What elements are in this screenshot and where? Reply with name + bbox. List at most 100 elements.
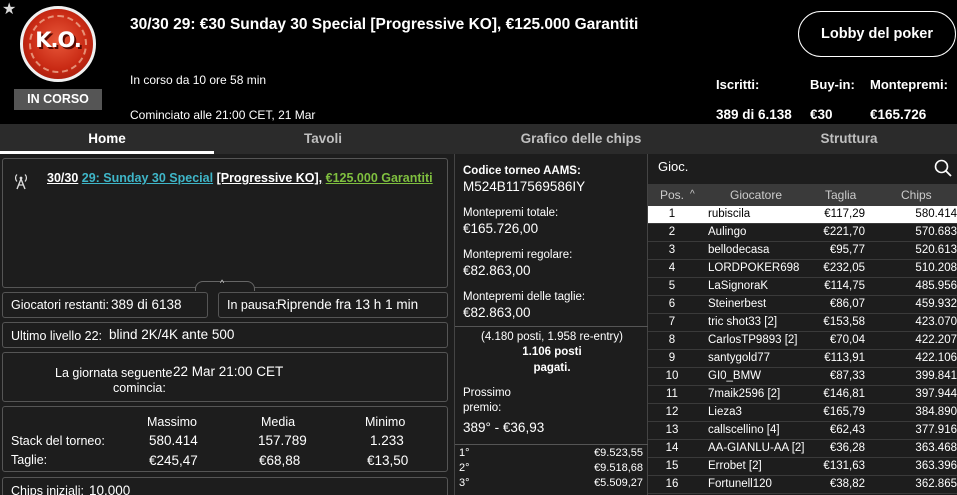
table-row[interactable]: 1 rubiscila €117,29 580.414: [648, 206, 957, 224]
chevron-up-icon: ^: [220, 278, 225, 288]
player-bounty: €221,70: [823, 226, 865, 238]
tab-structure[interactable]: Struttura: [740, 124, 957, 154]
stats-bounty-avg: €68,88: [259, 453, 301, 468]
players-left-value: 389 di 6138: [111, 297, 182, 312]
name-part-series: 30/30: [47, 171, 79, 185]
next-day-value: 22 Mar 21:00 CET: [173, 364, 284, 379]
players-left-box: Giocatori restanti: 389 di 6138: [2, 292, 208, 318]
stats-row-stack-label: Stack del torneo:: [11, 434, 105, 448]
poker-lobby-button[interactable]: Lobby del poker: [798, 11, 956, 57]
total-prize-label: Montepremi totale:: [463, 207, 559, 219]
player-pos: 16: [665, 478, 679, 490]
table-row[interactable]: 7 tric shot33 [2] €153,58 423.070: [648, 314, 957, 332]
stat-label-registered: Iscritti:: [716, 77, 760, 92]
player-pos: 14: [665, 442, 679, 454]
player-bounty: €36,28: [829, 442, 865, 454]
table-row[interactable]: 8 CarlosTP9893 [2] €70,04 422.207: [648, 332, 957, 350]
player-pos: 5: [668, 280, 676, 292]
prize-row: 3° €5.509,27: [455, 477, 649, 491]
player-pos: 2: [668, 226, 676, 238]
table-row[interactable]: 4 LORDPOKER698 €232,05 510.208: [648, 260, 957, 278]
paused-box: In pausa: Riprende fra 13 h 1 min: [218, 292, 448, 318]
player-name: callscellino [4]: [708, 424, 780, 436]
player-chips: 485.956: [915, 280, 957, 292]
players-panel: Gioc. Pos. ^ Giocatore Taglia Chips 1 rub…: [648, 154, 957, 495]
table-row[interactable]: 12 Lieza3 €165,79 384.890: [648, 404, 957, 422]
paid-places-line-2: 1.106 posti: [522, 346, 582, 358]
players-left-label: Giocatori restanti:: [11, 298, 109, 312]
search-icon[interactable]: [934, 159, 952, 177]
stats-bounty-max: €245,47: [149, 453, 198, 468]
player-name: Fortunell120: [708, 478, 772, 490]
player-chips: 580.414: [915, 208, 957, 220]
col-header-pos[interactable]: Pos.: [660, 188, 684, 202]
paused-value: Riprende fra 13 h 1 min: [277, 297, 419, 312]
table-row[interactable]: 9 santygold77 €113,91 422.106: [648, 350, 957, 368]
table-row[interactable]: 10 GI0_BMW €87,33 399.841: [648, 368, 957, 386]
tab-bar: Home Tavoli Grafico delle chips Struttur…: [0, 124, 957, 154]
tab-chips-chart[interactable]: Grafico delle chips: [466, 124, 696, 154]
player-name: CarlosTP9893 [2]: [708, 334, 798, 346]
table-row[interactable]: 13 callscellino [4] €62,43 377.916: [648, 422, 957, 440]
sort-asc-icon[interactable]: ^: [690, 189, 695, 200]
player-chips: 363.468: [915, 442, 957, 454]
name-part-format: [Progressive KO],: [216, 171, 323, 185]
player-pos: 15: [665, 460, 679, 472]
player-pos: 11: [666, 388, 678, 400]
tab-tables[interactable]: Tavoli: [214, 124, 432, 154]
status-badge: IN CORSO: [14, 89, 102, 110]
regular-prize-value: €82.863,00: [463, 263, 531, 278]
player-name: tric shot33 [2]: [708, 316, 778, 328]
players-table-header: Pos. ^ Giocatore Taglia Chips: [648, 184, 957, 206]
bounty-prize-value: €82.863,00: [463, 305, 531, 320]
player-search-input[interactable]: Gioc.: [658, 159, 688, 174]
stats-bounty-min: €13,50: [367, 453, 409, 468]
player-bounty: €114,75: [824, 280, 865, 292]
table-row[interactable]: 3 bellodecasa €95,77 520.613: [648, 242, 957, 260]
player-chips: 399.841: [915, 370, 957, 382]
stat-value-registered: 389 di 6.138: [716, 107, 792, 122]
table-row[interactable]: 11 7maik2596 [2] €146,81 397.944: [648, 386, 957, 404]
stats-header-avg: Media: [261, 415, 296, 429]
aams-code-value: M524B117569586IY: [463, 179, 586, 194]
table-row[interactable]: 16 Fortunell120 €38,82 362.865: [648, 476, 957, 494]
prize-pos: 2°: [459, 462, 470, 474]
tab-home[interactable]: Home: [0, 124, 214, 154]
divider: [455, 444, 649, 445]
stat-value-prizepool: €165.726: [870, 107, 927, 122]
player-bounty: €131,63: [823, 460, 865, 472]
table-row[interactable]: 2 Aulingo €221,70 570.683: [648, 224, 957, 242]
table-row[interactable]: 14 AA-GIANLU-AA [2] €36,28 363.468: [648, 440, 957, 458]
player-bounty: €146,81: [823, 388, 865, 400]
table-row[interactable]: 15 Errobet [2] €131,63 363.396: [648, 458, 957, 476]
aams-code-label: Codice torneo AAMS:: [463, 165, 581, 177]
player-chips: 397.944: [915, 388, 957, 400]
last-level-value: blind 2K/4K ante 500: [109, 327, 235, 342]
name-part-guarantee[interactable]: €125.000 Garantiti: [326, 171, 433, 185]
prize-row: 2° €9.518,68: [455, 462, 649, 476]
stats-row-bounty-label: Taglie:: [11, 453, 48, 467]
player-name: Errobet [2]: [708, 460, 762, 472]
expand-toggle[interactable]: ^: [195, 278, 255, 291]
player-name: Lieza3: [708, 406, 742, 418]
table-row[interactable]: 5 LaSignoraK €114,75 485.956: [648, 278, 957, 296]
player-pos: 7: [668, 316, 676, 328]
player-bounty: €86,07: [829, 298, 865, 310]
initial-chips-label: Chips iniziali:: [11, 484, 84, 495]
col-header-bounty[interactable]: Taglia: [825, 188, 856, 202]
col-header-chips[interactable]: Chips: [901, 188, 932, 202]
player-pos: 9: [668, 352, 676, 364]
table-row[interactable]: 6 Steinerbest €86,07 459.932: [648, 296, 957, 314]
player-bounty: €165,79: [823, 406, 865, 418]
player-chips: 570.683: [915, 226, 957, 238]
player-chips: 377.916: [915, 424, 957, 436]
next-prize-label-1: Prossimo: [463, 387, 511, 399]
favorite-star-icon[interactable]: ★: [2, 2, 18, 18]
total-prize-value: €165.726,00: [463, 221, 539, 236]
player-pos: 8: [668, 334, 676, 346]
player-chips: 422.106: [915, 352, 957, 364]
col-header-player[interactable]: Giocatore: [730, 188, 782, 202]
stats-stack-max: 580.414: [149, 433, 198, 448]
name-part-event[interactable]: 29: Sunday 30 Special: [82, 171, 213, 185]
prize-amount: €9.518,68: [594, 462, 643, 474]
